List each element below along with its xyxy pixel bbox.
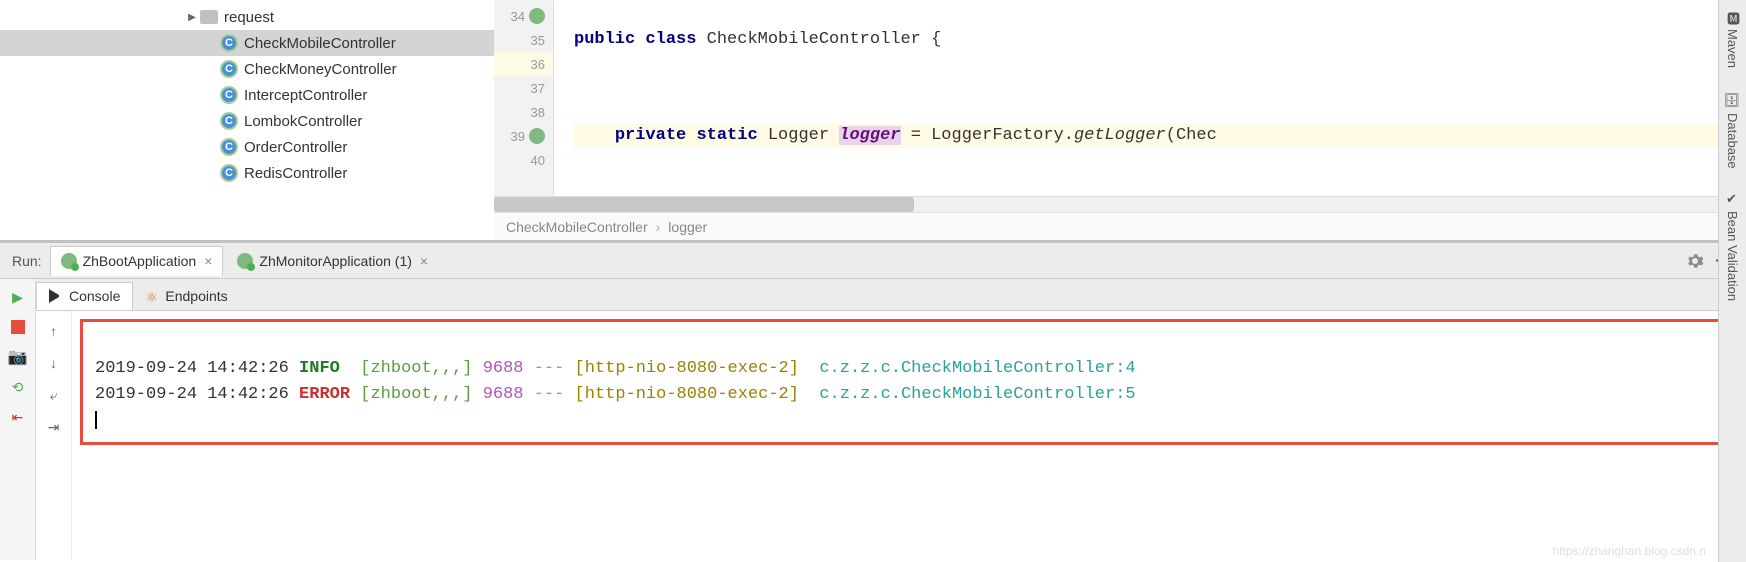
gutter-line[interactable]: 35 xyxy=(494,28,553,52)
gutter-line[interactable]: 34 xyxy=(494,4,553,28)
console-output[interactable]: 2019-09-24 14:42:26 INFO [zhboot,,,] 968… xyxy=(72,311,1746,560)
highlighted-log-area: 2019-09-24 14:42:26 INFO [zhboot,,,] 968… xyxy=(80,319,1738,445)
run-label: Run: xyxy=(4,253,50,269)
tree-folder-request[interactable]: ▶ request xyxy=(0,4,494,30)
tree-item-checkmoney[interactable]: C CheckMoneyController xyxy=(0,56,494,82)
editor-horizontal-scrollbar[interactable] xyxy=(494,196,1746,212)
console-toolbar: ↑ ↓ ⤶ ⇥ xyxy=(36,311,72,560)
gutter-line[interactable]: 36 xyxy=(494,52,553,76)
class-icon: C xyxy=(220,138,238,156)
editor-gutter[interactable]: 34 35 36 37 38 39 40 xyxy=(494,0,554,196)
gutter-line[interactable]: 37 xyxy=(494,76,553,100)
gutter-line[interactable]: 38 xyxy=(494,100,553,124)
tree-item-label: RedisController xyxy=(244,165,347,182)
tree-item-lombok[interactable]: C LombokController xyxy=(0,108,494,134)
chevron-right-icon: ▶ xyxy=(184,12,200,23)
text-cursor xyxy=(95,411,97,429)
right-sidebar: 🅼 Maven 🗄 Database ✔ Bean Validation xyxy=(1718,0,1746,562)
sidebar-tab-maven[interactable]: 🅼 Maven xyxy=(1719,0,1746,80)
run-tab-label: ZhBootApplication xyxy=(83,253,197,269)
tree-item-order[interactable]: C OrderController xyxy=(0,134,494,160)
camera-icon[interactable]: 📷 xyxy=(8,347,28,367)
tree-item-checkmobile[interactable]: C CheckMobileController xyxy=(0,30,494,56)
spring-boot-icon xyxy=(61,253,77,269)
close-icon[interactable]: × xyxy=(204,253,212,269)
tree-folder-label: request xyxy=(224,9,274,26)
project-tree[interactable]: ▶ request C CheckMobileController C Chec… xyxy=(0,0,494,240)
endpoints-tab[interactable]: ⚛ Endpoints xyxy=(133,282,239,310)
run-tab-label: ZhMonitorApplication (1) xyxy=(259,253,412,269)
run-header: Run: ZhBootApplication × ZhMonitorApplic… xyxy=(0,243,1746,279)
exit-icon[interactable]: ⇤ xyxy=(8,407,28,427)
breadcrumb-separator: › xyxy=(656,219,661,235)
sidebar-tab-database[interactable]: 🗄 Database xyxy=(1721,80,1744,180)
console-tab-label: Console xyxy=(69,288,120,304)
database-icon: 🗄 xyxy=(1725,92,1740,109)
tree-item-label: OrderController xyxy=(244,139,347,156)
maven-icon: 🅼 xyxy=(1723,12,1742,25)
tree-item-label: CheckMoneyController xyxy=(244,61,397,78)
gutter-line[interactable]: 40 xyxy=(494,148,553,172)
rerun-icon[interactable]: ▶ xyxy=(8,287,28,307)
stop-icon[interactable] xyxy=(8,317,28,337)
endpoints-tab-label: Endpoints xyxy=(165,288,227,304)
gutter-line[interactable]: 39 xyxy=(494,124,553,148)
run-gutter-icon[interactable] xyxy=(529,8,545,24)
soft-wrap-icon[interactable]: ⤶ xyxy=(44,385,64,405)
up-icon[interactable]: ↑ xyxy=(44,321,64,341)
breadcrumb-item[interactable]: CheckMobileController xyxy=(506,219,648,235)
scroll-end-icon[interactable]: ⇥ xyxy=(44,417,64,437)
run-panel: Run: ZhBootApplication × ZhMonitorApplic… xyxy=(0,240,1746,560)
close-icon[interactable]: × xyxy=(420,253,428,269)
run-tab-zhmonitor[interactable]: ZhMonitorApplication (1) × xyxy=(227,246,438,276)
run-tab-zhboot[interactable]: ZhBootApplication × xyxy=(50,246,224,276)
run-toolbar: ▶ 📷 ⟲ ⇤ xyxy=(0,279,36,560)
watermark: https://zhanghan.blog.csdn.n xyxy=(1553,544,1706,558)
tree-item-label: CheckMobileController xyxy=(244,35,396,52)
run-gutter-icon[interactable] xyxy=(529,128,545,144)
tree-item-redis[interactable]: C RedisController xyxy=(0,160,494,186)
editor-area: 34 35 36 37 38 39 40 public class CheckM… xyxy=(494,0,1746,240)
play-icon xyxy=(49,289,63,303)
tree-item-label: InterceptController xyxy=(244,87,367,104)
run-sub-tabs: Console ⚛ Endpoints xyxy=(36,279,1746,311)
class-icon: C xyxy=(220,86,238,104)
class-icon: C xyxy=(220,34,238,52)
gear-icon[interactable] xyxy=(1686,252,1704,270)
down-icon[interactable]: ↓ xyxy=(44,353,64,373)
console-tab[interactable]: Console xyxy=(36,282,133,310)
endpoints-icon: ⚛ xyxy=(145,289,159,303)
tree-item-intercept[interactable]: C InterceptController xyxy=(0,82,494,108)
sidebar-tab-beanvalidation[interactable]: ✔ Bean Validation xyxy=(1721,180,1744,313)
class-icon: C xyxy=(220,112,238,130)
bean-icon: ✔ xyxy=(1725,192,1740,207)
tree-item-label: LombokController xyxy=(244,113,362,130)
code-editor[interactable]: public class CheckMobileController { pri… xyxy=(554,0,1746,196)
folder-icon xyxy=(200,10,218,24)
spring-boot-icon xyxy=(237,253,253,269)
breadcrumb-item[interactable]: logger xyxy=(668,219,707,235)
editor-breadcrumb[interactable]: CheckMobileController › logger xyxy=(494,212,1746,240)
scrollbar-thumb[interactable] xyxy=(494,197,914,212)
class-icon: C xyxy=(220,164,238,182)
restart-icon[interactable]: ⟲ xyxy=(8,377,28,397)
class-icon: C xyxy=(220,60,238,78)
